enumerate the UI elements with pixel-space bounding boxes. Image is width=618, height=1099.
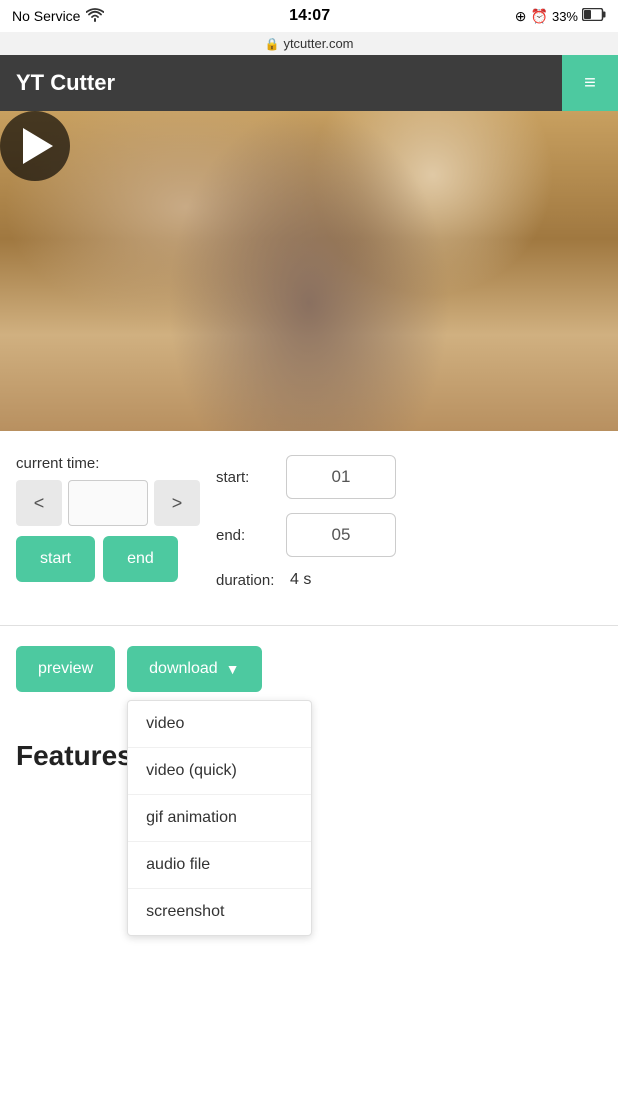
set-end-button[interactable]: end: [103, 536, 178, 582]
dropdown-item-gif[interactable]: gif animation: [128, 795, 311, 842]
start-label: start:: [216, 469, 286, 486]
battery-percent: 33%: [552, 9, 578, 24]
menu-button[interactable]: ≡: [562, 55, 618, 111]
current-time-label: current time:: [16, 455, 200, 472]
controls-row: current time: < > start end start: end:: [16, 455, 602, 589]
current-time-input[interactable]: [68, 480, 148, 526]
url-text: ytcutter.com: [283, 36, 353, 51]
url-bar: 🔒 ytcutter.com: [0, 32, 618, 55]
video-container[interactable]: [0, 111, 618, 431]
dropdown-item-audio[interactable]: audio file: [128, 842, 311, 889]
start-end-buttons: start end: [16, 536, 200, 582]
end-label: end:: [216, 527, 286, 544]
set-start-button[interactable]: start: [16, 536, 95, 582]
status-left: No Service: [12, 8, 104, 25]
download-btn-wrap: download ▼ video video (quick) gif anima…: [127, 646, 261, 692]
app-header: YT Cutter ≡: [0, 55, 618, 111]
battery-icon: [582, 8, 606, 24]
dropdown-item-video-quick[interactable]: video (quick): [128, 748, 311, 795]
duration-row: duration: 4 s: [216, 571, 602, 589]
end-input[interactable]: [286, 513, 396, 557]
app-title: YT Cutter: [16, 70, 115, 96]
play-button[interactable]: [0, 111, 70, 181]
lock-icon: 🔒: [264, 37, 279, 51]
dropdown-arrow-icon: ▼: [226, 661, 240, 677]
time-nav: < >: [16, 480, 200, 526]
gps-icon: ⊕: [515, 8, 527, 25]
download-button[interactable]: download ▼: [127, 646, 261, 692]
wifi-icon: [86, 8, 104, 25]
download-dropdown-menu: video video (quick) gif animation audio …: [127, 700, 312, 936]
signal-label: No Service: [12, 8, 80, 24]
status-bar: No Service 14:07 ⊕ ⏰ 33%: [0, 0, 618, 32]
alarm-icon: ⏰: [531, 8, 548, 25]
preview-button[interactable]: preview: [16, 646, 115, 692]
status-right: ⊕ ⏰ 33%: [515, 8, 606, 25]
duration-label: duration:: [216, 572, 286, 589]
duration-value: 4 s: [290, 571, 311, 589]
start-field-row: start:: [216, 455, 602, 499]
controls-section: current time: < > start end start: end:: [0, 431, 618, 605]
left-controls: current time: < > start end: [16, 455, 200, 582]
status-time: 14:07: [289, 7, 330, 25]
start-input[interactable]: [286, 455, 396, 499]
download-label: download: [149, 660, 218, 678]
next-frame-button[interactable]: >: [154, 480, 200, 526]
action-row: preview download ▼ video video (quick) g…: [0, 646, 618, 692]
dropdown-item-video[interactable]: video: [128, 701, 311, 748]
prev-frame-button[interactable]: <: [16, 480, 62, 526]
play-triangle-icon: [23, 128, 53, 164]
dropdown-item-screenshot[interactable]: screenshot: [128, 889, 311, 935]
divider: [0, 625, 618, 626]
end-field-row: end:: [216, 513, 602, 557]
right-controls: start: end: duration: 4 s: [216, 455, 602, 589]
